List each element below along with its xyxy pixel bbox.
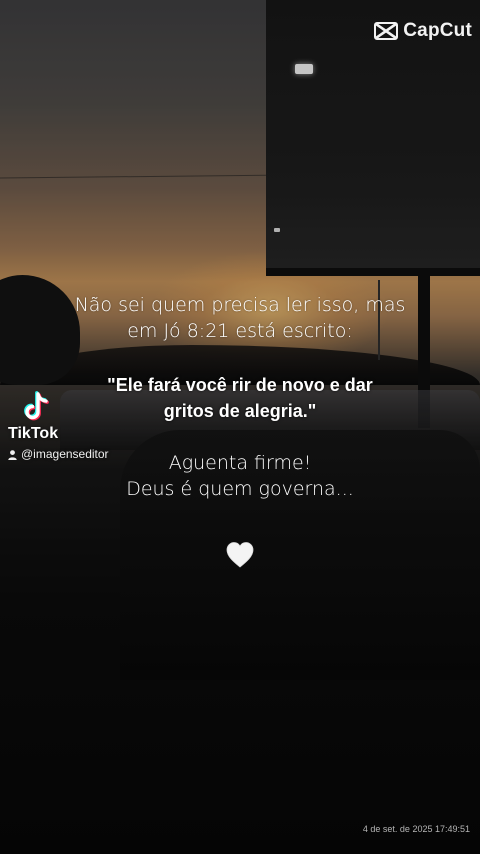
- capcut-watermark: CapCut: [374, 20, 472, 42]
- person-icon: [8, 449, 17, 460]
- tiktok-logo-icon: [20, 390, 54, 424]
- verse-line-2: gritos de alegria.": [163, 401, 317, 421]
- capcut-label: CapCut: [403, 20, 472, 41]
- timestamp: 4 de set. de 2025 17:49:51: [362, 824, 470, 834]
- closing-line-1: Aguenta firme!: [168, 452, 312, 474]
- verse-line-1: "Ele fará você rir de novo e dar: [107, 375, 373, 395]
- closing-text: Aguenta firme! Deus é quem governa...: [40, 450, 440, 502]
- tiktok-label: TikTok: [8, 425, 59, 442]
- intro-text: Não sei quem precisa ler isso, mas em Jó…: [40, 292, 440, 344]
- capcut-logo-icon: [374, 22, 399, 40]
- intro-line-1: Não sei quem precisa ler isso, mas: [74, 294, 406, 316]
- intro-line-2: em Jó 8:21 está escrito:: [127, 320, 353, 342]
- white-heart-icon: [225, 541, 255, 569]
- closing-line-2: Deus é quem governa...: [126, 478, 354, 500]
- verse-quote: "Ele fará você rir de novo e dar gritos …: [60, 372, 420, 424]
